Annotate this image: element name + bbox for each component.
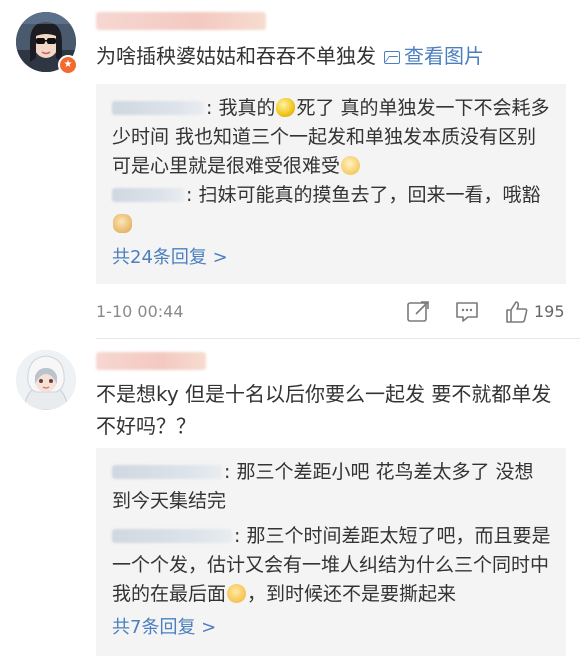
view-image-link[interactable]: 查看图片 [376, 44, 484, 68]
username-redacted[interactable] [96, 12, 266, 30]
reply-item: : 那三个差距小吧 花鸟差太多了 没想到今天集结完 [112, 461, 534, 512]
thumbs-up-icon[interactable] [504, 300, 530, 324]
reply-item: : 扫妹可能真的摸鱼去了，回来一看，哦豁 [112, 181, 552, 239]
lemon-emoji-icon [276, 98, 296, 117]
avatar[interactable] [16, 350, 76, 410]
reply-username-redacted[interactable] [112, 465, 222, 479]
reply-username-redacted[interactable] [112, 188, 184, 202]
comment-icon[interactable] [454, 300, 480, 324]
image-icon [384, 51, 400, 64]
comment-item: ★ 为啥插秧婆姑姑和吞吞不单独发 查看图片 : 我真的 死了 真的单独发一下不会耗多… [0, 0, 580, 340]
timestamp: 1-10 00:44 [96, 302, 184, 321]
reply-box[interactable]: : 我真的 死了 真的单独发一下不会耗多少时间 我也知道三个一起发和单独发本质没有… [96, 84, 566, 284]
comment-text: 不是想ky 但是十名以后你要么一起发 要不就都单发不好吗？？ [96, 382, 552, 438]
more-replies-link[interactable]: 共24条回复 > [112, 243, 552, 273]
reply-username-redacted[interactable] [112, 529, 232, 543]
reply-box[interactable]: : 那三个差距小吧 花鸟差太多了 没想到今天集结完 : 那三个时间差距太短了吧，… [96, 448, 566, 656]
avatar-photo [16, 350, 76, 410]
comment-footer: 1-10 00:44 195 [96, 298, 566, 326]
verified-badge-icon: ★ [58, 55, 78, 75]
comment-item: 不是想ky 但是十名以后你要么一起发 要不就都单发不好吗？？ : 那三个差距小吧… [0, 340, 580, 661]
shy-emoji-icon [341, 156, 361, 175]
drool-emoji-icon [227, 584, 247, 603]
like-count: 195 [534, 302, 565, 321]
share-icon[interactable] [406, 300, 432, 324]
doge-emoji-icon [113, 214, 132, 233]
username-redacted[interactable] [96, 352, 206, 370]
reply-item: : 那三个时间差距太短了吧，而且要是一个个发，估计又会有一堆人纠结为什么三个同时… [112, 525, 551, 605]
more-replies-link[interactable]: 共7条回复 > [112, 613, 552, 643]
comment-divider [96, 338, 580, 339]
reply-item: : 我真的 死了 真的单独发一下不会耗多少时间 我也知道三个一起发和单独发本质没有… [112, 97, 550, 177]
reply-username-redacted[interactable] [112, 101, 204, 115]
comment-text: 为啥插秧婆姑姑和吞吞不单独发 查看图片 [96, 44, 484, 68]
